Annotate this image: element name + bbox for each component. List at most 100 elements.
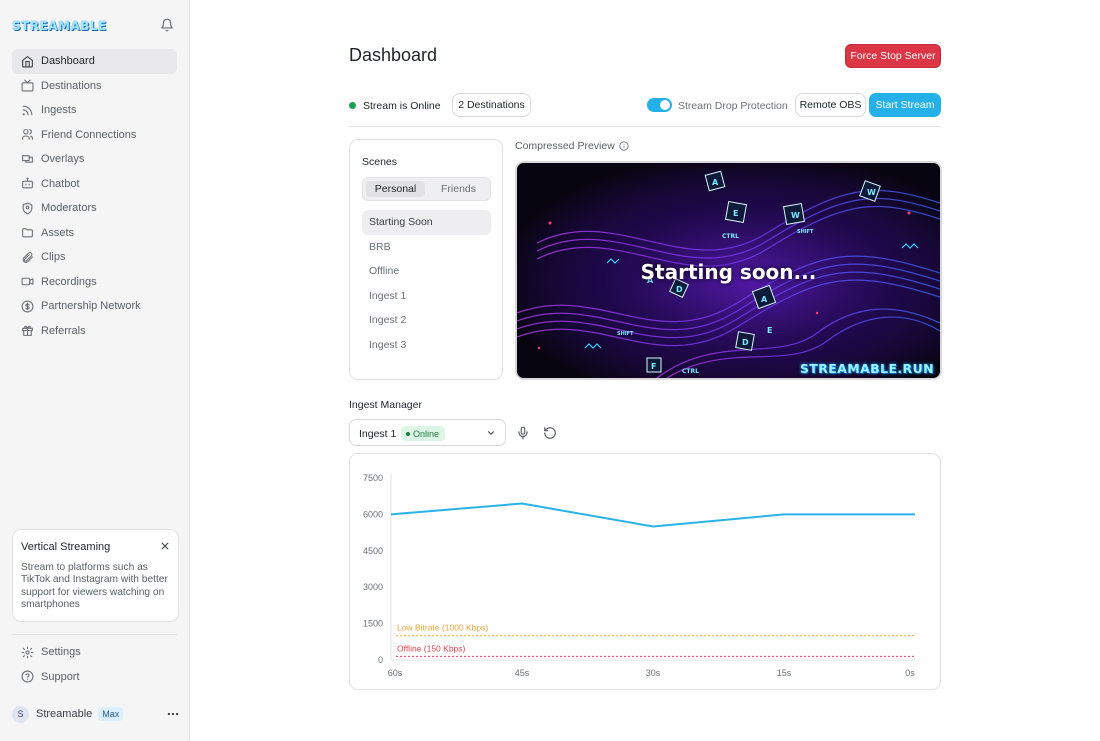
- info-icon[interactable]: [619, 141, 629, 151]
- stream-drop-protection-label: Stream Drop Protection: [678, 100, 788, 112]
- video-icon: [21, 275, 34, 288]
- bot-icon: [21, 177, 34, 190]
- gift-icon: [21, 324, 34, 337]
- preview-brand-watermark: STREAMABLE.RUN: [799, 361, 934, 376]
- app-logo[interactable]: STREAMABLE: [12, 19, 107, 33]
- sidebar-item-label: Support: [41, 670, 80, 683]
- svg-text:E: E: [733, 209, 738, 218]
- y-tick-label: 7500: [363, 473, 383, 483]
- x-tick-label: 60s: [388, 668, 403, 678]
- sidebar-bottom-nav: Settings Support: [12, 640, 177, 689]
- bitrate-chart: 0 1500 3000 4500 6000 7500 60s 45s 30s 15s 0s Low B…: [349, 453, 941, 690]
- start-stream-button[interactable]: Start Stream: [869, 93, 941, 117]
- sidebar-item-referrals[interactable]: Referrals: [12, 319, 177, 344]
- x-tick-label: 15s: [777, 668, 792, 678]
- sidebar-item-chatbot[interactable]: Chatbot: [12, 172, 177, 197]
- sidebar-item-ingests[interactable]: Ingests: [12, 98, 177, 123]
- online-status-dot: [349, 102, 356, 109]
- preview-overlay-text: Starting soon...: [640, 260, 817, 284]
- stream-status-text: Stream is Online: [363, 100, 441, 112]
- shield-icon: [21, 202, 34, 215]
- sidebar: STREAMABLE Dashboard Destinations Ingest…: [0, 0, 190, 741]
- sidebar-item-label: Dashboard: [41, 55, 95, 68]
- scene-item-ingest-3[interactable]: Ingest 3: [362, 333, 491, 358]
- sidebar-item-partnership-network[interactable]: Partnership Network: [12, 294, 177, 319]
- user-account[interactable]: S Streamable Max: [12, 705, 180, 723]
- compressed-preview: AEW WAD DF CTRL SHIFT CTRL SHIFT EA Starti…: [515, 161, 942, 380]
- tv-icon: [21, 79, 34, 92]
- dollar-icon: [21, 300, 34, 313]
- status-badge: Online: [401, 426, 446, 441]
- svg-text:W: W: [867, 188, 876, 197]
- sidebar-item-label: Moderators: [41, 202, 97, 215]
- ingest-select[interactable]: Ingest 1 Online: [349, 419, 506, 446]
- divider: [349, 126, 941, 127]
- stream-status-bar: Stream is Online 2 Destinations Stream D…: [349, 93, 941, 118]
- bell-icon[interactable]: [160, 18, 174, 32]
- ingest-select-value: Ingest 1: [359, 428, 397, 440]
- sidebar-item-recordings[interactable]: Recordings: [12, 270, 177, 295]
- promo-title: Vertical Streaming: [21, 541, 111, 553]
- sidebar-item-label: Overlays: [41, 153, 85, 166]
- x-tick-label: 30s: [646, 668, 661, 678]
- y-tick-label: 4500: [363, 546, 383, 556]
- y-tick-label: 1500: [363, 619, 383, 629]
- svg-text:D: D: [742, 338, 749, 347]
- sidebar-item-label: Assets: [41, 226, 75, 239]
- chevron-down-icon: [487, 431, 495, 435]
- sidebar-item-friend-connections[interactable]: Friend Connections: [12, 123, 177, 148]
- tab-personal[interactable]: Personal: [366, 181, 425, 197]
- x-tick-label: 45s: [515, 668, 530, 678]
- promo-body: Stream to platforms such as TikTok and I…: [21, 562, 168, 610]
- threshold-label: Offline (150 Kbps): [397, 643, 466, 653]
- sidebar-item-label: Chatbot: [41, 177, 80, 190]
- tab-friends[interactable]: Friends: [429, 181, 488, 197]
- more-icon[interactable]: [166, 707, 180, 721]
- series-line: [390, 502, 915, 528]
- sidebar-divider: [12, 634, 177, 635]
- svg-text:D: D: [676, 285, 683, 294]
- bitrate-chart-svg: 0 1500 3000 4500 6000 7500 60s 45s 30s 15s 0s Low B…: [363, 473, 915, 678]
- help-icon: [21, 670, 34, 683]
- force-stop-server-button[interactable]: Force Stop Server: [845, 44, 941, 68]
- avatar: S: [12, 705, 29, 723]
- scene-item-ingest-2[interactable]: Ingest 2: [362, 308, 491, 333]
- remote-obs-button[interactable]: Remote OBS: [795, 93, 866, 117]
- refresh-icon[interactable]: [543, 426, 557, 440]
- gear-icon: [21, 646, 34, 659]
- preview-label: Compressed Preview: [515, 140, 629, 152]
- scene-item-offline[interactable]: Offline: [362, 259, 491, 284]
- home-icon: [21, 55, 34, 68]
- scene-item-starting-soon[interactable]: Starting Soon: [362, 210, 491, 235]
- layers-icon: [21, 153, 34, 166]
- sidebar-item-support[interactable]: Support: [12, 665, 177, 690]
- sidebar-item-overlays[interactable]: Overlays: [12, 147, 177, 172]
- destinations-button[interactable]: 2 Destinations: [452, 93, 531, 117]
- sidebar-item-destinations[interactable]: Destinations: [12, 74, 177, 99]
- svg-text:CTRL: CTRL: [722, 233, 739, 240]
- scene-item-ingest-1[interactable]: Ingest 1: [362, 284, 491, 309]
- svg-text:SHIFT: SHIFT: [797, 229, 814, 235]
- sidebar-item-moderators[interactable]: Moderators: [12, 196, 177, 221]
- scene-item-brb[interactable]: BRB: [362, 235, 491, 260]
- folder-icon: [21, 226, 34, 239]
- plan-badge: Max: [98, 707, 124, 721]
- stream-drop-protection-toggle[interactable]: [647, 98, 672, 112]
- scene-list: Starting Soon BRB Offline Ingest 1 Inges…: [362, 210, 491, 357]
- sidebar-item-label: Partnership Network: [41, 300, 141, 313]
- sidebar-item-clips[interactable]: Clips: [12, 245, 177, 270]
- vertical-streaming-promo: Vertical Streaming Stream to platforms s…: [12, 529, 179, 622]
- sidebar-item-assets[interactable]: Assets: [12, 221, 177, 246]
- sidebar-nav: Dashboard Destinations Ingests Friend Co…: [12, 49, 177, 343]
- scenes-panel: Scenes Personal Friends Starting Soon BR…: [349, 139, 503, 380]
- x-tick-label: 0s: [905, 668, 915, 678]
- microphone-icon[interactable]: [516, 426, 530, 440]
- sidebar-item-settings[interactable]: Settings: [12, 640, 177, 665]
- rss-icon: [21, 104, 34, 117]
- sidebar-item-dashboard[interactable]: Dashboard: [12, 49, 177, 74]
- close-icon[interactable]: [160, 541, 170, 551]
- svg-text:CTRL: CTRL: [682, 368, 699, 375]
- sidebar-item-label: Clips: [41, 251, 66, 264]
- svg-text:W: W: [791, 211, 800, 220]
- svg-text:E: E: [767, 326, 772, 335]
